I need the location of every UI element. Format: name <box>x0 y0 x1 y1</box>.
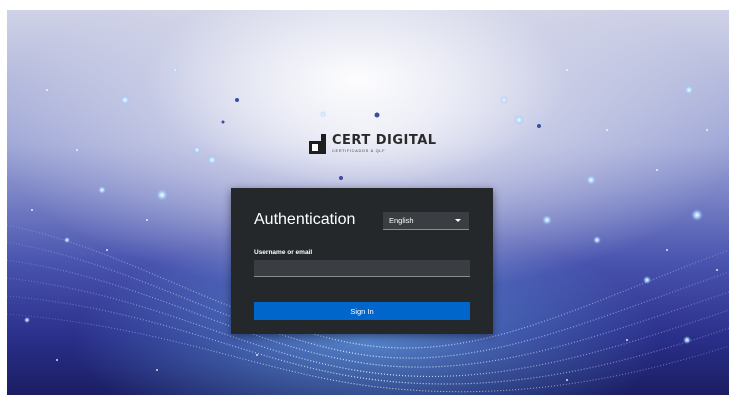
brand-logo: CERT DIGITAL CERTIFICADOS & QLF <box>309 134 437 154</box>
language-select-value: English <box>389 216 414 225</box>
language-select[interactable]: English <box>383 212 469 230</box>
login-title: Authentication <box>254 211 356 228</box>
brand-tagline: CERTIFICADOS & QLF <box>332 148 386 153</box>
brand-name: CERT DIGITAL <box>332 133 437 148</box>
username-input[interactable] <box>254 260 470 277</box>
sign-in-button[interactable]: Sign In <box>254 302 470 320</box>
caret-down-icon <box>455 219 461 222</box>
login-card: Authentication English Username or email… <box>231 188 493 334</box>
cert-digital-logo-icon <box>309 134 326 154</box>
brand-text: CERT DIGITAL CERTIFICADOS & QLF <box>332 134 437 154</box>
username-label: Username or email <box>254 249 313 256</box>
